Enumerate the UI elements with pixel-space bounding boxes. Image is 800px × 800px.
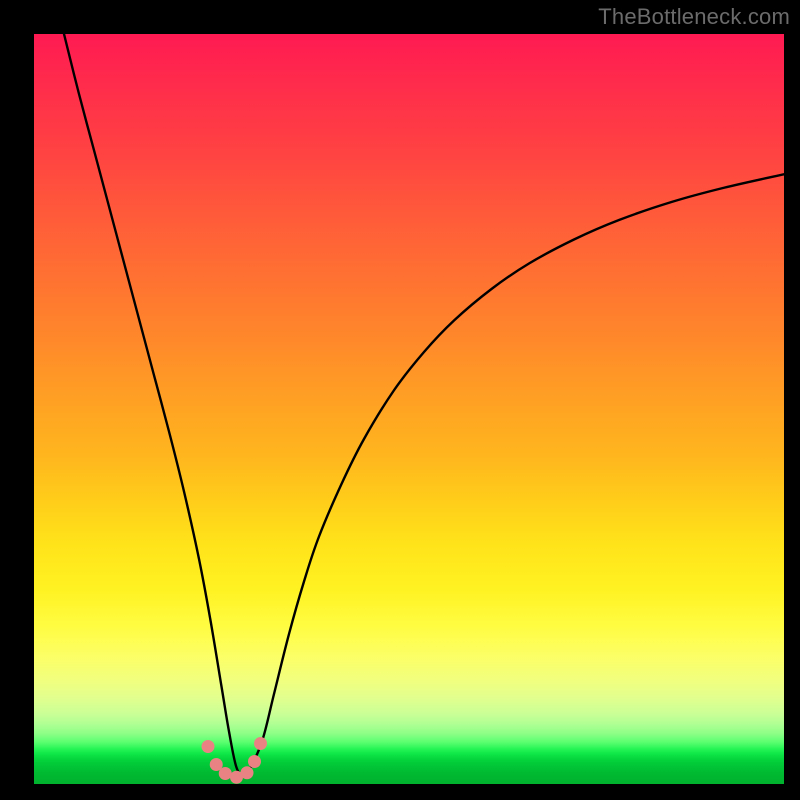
curve-marker	[248, 755, 261, 768]
chart-plot-area	[34, 34, 784, 784]
curve-marker	[219, 767, 232, 780]
curve-marker	[254, 737, 267, 750]
curve-marker	[241, 766, 254, 779]
chart-frame: TheBottleneck.com	[0, 0, 800, 800]
bottleneck-curve-path	[64, 34, 784, 775]
watermark-text: TheBottleneck.com	[598, 4, 790, 30]
bottleneck-curve-svg	[34, 34, 784, 784]
curve-marker	[202, 740, 215, 753]
